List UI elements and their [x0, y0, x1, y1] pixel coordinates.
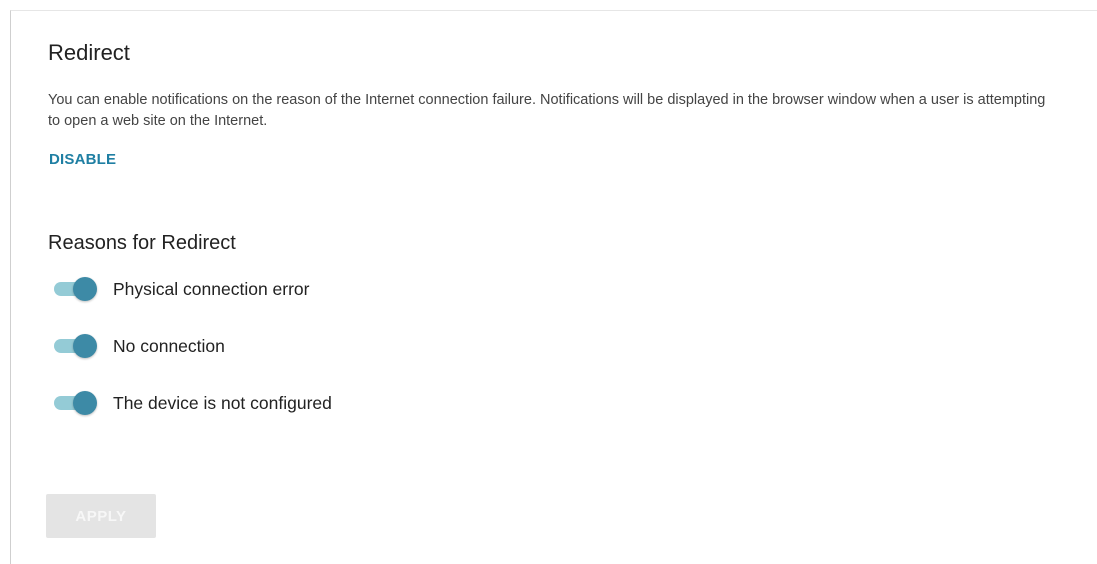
- reason-no-connection: No connection: [52, 331, 225, 361]
- apply-button[interactable]: APPLY: [46, 494, 156, 538]
- reason-physical-connection-error: Physical connection error: [52, 274, 309, 304]
- reason-label: No connection: [113, 335, 225, 356]
- reason-device-not-configured: The device is not configured: [52, 388, 332, 418]
- device-not-configured-toggle[interactable]: [52, 390, 98, 416]
- settings-panel: Redirect You can enable notifications on…: [10, 10, 1097, 564]
- reason-label: The device is not configured: [113, 392, 332, 413]
- physical-connection-error-toggle[interactable]: [52, 276, 98, 302]
- redirect-description: You can enable notifications on the reas…: [48, 92, 1046, 129]
- no-connection-toggle[interactable]: [52, 333, 98, 359]
- page-title: Redirect: [48, 40, 130, 65]
- reason-label: Physical connection error: [113, 278, 310, 299]
- toggle-knob: [73, 391, 97, 415]
- disable-link[interactable]: DISABLE: [49, 151, 116, 168]
- toggle-knob: [73, 277, 97, 301]
- reasons-title: Reasons for Redirect: [48, 232, 236, 254]
- toggle-knob: [73, 334, 97, 358]
